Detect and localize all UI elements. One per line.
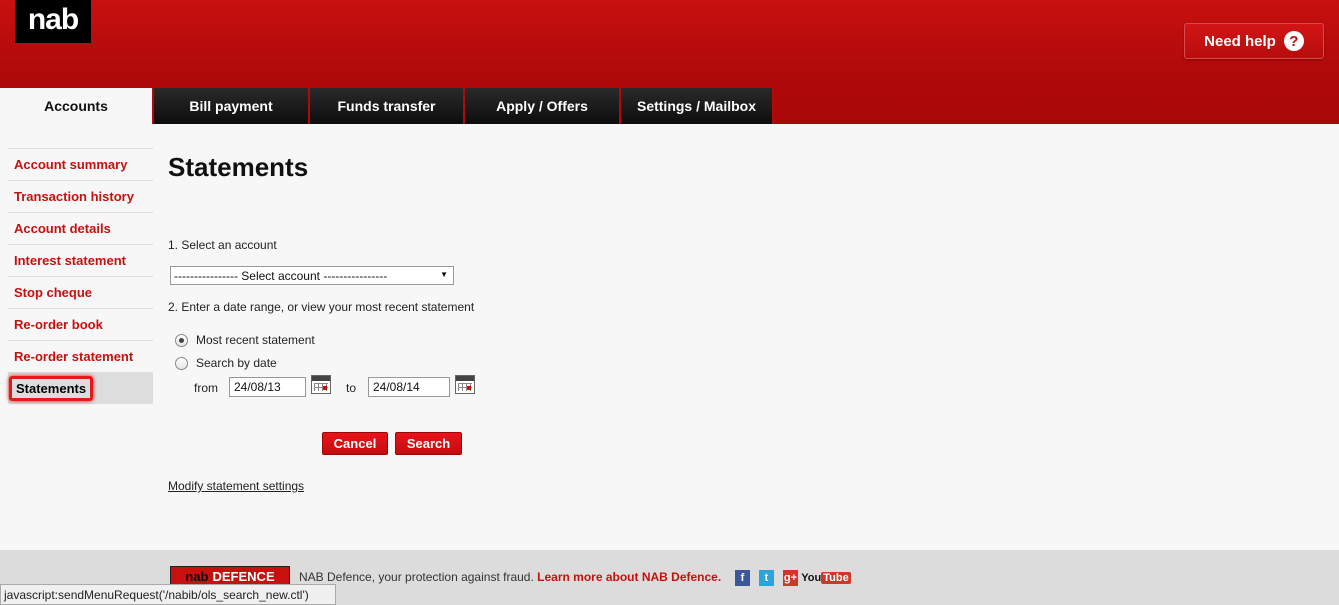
twitter-icon[interactable]: t bbox=[759, 570, 774, 586]
to-calendar-icon[interactable] bbox=[455, 375, 475, 394]
googleplus-icon[interactable]: g+ bbox=[783, 570, 798, 586]
search-by-date-label: Search by date bbox=[196, 356, 277, 370]
sidebar-menu: Account summary Transaction history Acco… bbox=[8, 148, 153, 404]
tab-bill-payment[interactable]: Bill payment bbox=[154, 88, 310, 124]
radio-search-by-date-row: Search by date bbox=[175, 356, 277, 370]
search-button[interactable]: Search bbox=[395, 432, 462, 455]
from-label: from bbox=[194, 381, 218, 395]
main-nav-tabs: Accounts Bill payment Funds transfer App… bbox=[0, 88, 774, 124]
footer-defence-text: NAB Defence, your protection against fra… bbox=[299, 570, 721, 584]
account-select[interactable]: ---------------- Select account --------… bbox=[170, 266, 454, 285]
tab-funds-transfer[interactable]: Funds transfer bbox=[310, 88, 465, 124]
sidebar-item-account-summary[interactable]: Account summary bbox=[8, 148, 153, 180]
facebook-icon[interactable]: f bbox=[735, 570, 750, 586]
question-icon: ? bbox=[1283, 31, 1304, 51]
step2-label: 2. Enter a date range, or view your most… bbox=[168, 300, 475, 314]
to-label: to bbox=[346, 381, 357, 395]
sidebar-item-reorder-statement[interactable]: Re-order statement bbox=[8, 340, 153, 372]
search-by-date-radio[interactable] bbox=[175, 356, 188, 370]
cancel-button[interactable]: Cancel bbox=[322, 432, 388, 455]
sidebar-item-reorder-book[interactable]: Re-order book bbox=[8, 308, 153, 340]
radio-most-recent-row: Most recent statement bbox=[175, 333, 315, 347]
defence-logo-nab: nab bbox=[183, 568, 211, 584]
sidebar-item-stop-cheque[interactable]: Stop cheque bbox=[8, 276, 153, 308]
nab-defence-logo[interactable]: nab DEFENCE bbox=[170, 566, 290, 586]
sidebar-item-statements[interactable]: Statements bbox=[8, 372, 153, 404]
youtube-icon[interactable]: You Tube bbox=[801, 570, 851, 586]
sidebar-item-interest-statement[interactable]: Interest statement bbox=[8, 244, 153, 276]
browser-status-bar: javascript:sendMenuRequest('/nabib/ols_s… bbox=[0, 584, 336, 605]
tab-apply-offers[interactable]: Apply / Offers bbox=[465, 88, 621, 124]
page-title: Statements bbox=[168, 152, 309, 182]
modify-statement-settings-link[interactable]: Modify statement settings bbox=[168, 479, 304, 493]
youtube-tube: Tube bbox=[821, 572, 851, 584]
youtube-you: You bbox=[801, 572, 822, 584]
nab-logo[interactable]: nab bbox=[15, 0, 91, 43]
to-date-input[interactable]: 24/08/14 bbox=[368, 377, 450, 397]
account-select-value: ---------------- Select account --------… bbox=[174, 268, 388, 283]
from-calendar-icon[interactable] bbox=[311, 375, 331, 394]
sidebar-item-statements-label: Statements bbox=[9, 376, 94, 401]
most-recent-radio[interactable] bbox=[175, 333, 188, 347]
most-recent-label: Most recent statement bbox=[196, 333, 315, 347]
defence-logo-text: DEFENCE bbox=[212, 568, 275, 584]
sidebar-item-transaction-history[interactable]: Transaction history bbox=[8, 180, 153, 212]
defence-description: NAB Defence, your protection against fra… bbox=[299, 570, 534, 584]
dropdown-arrow-icon: ▼ bbox=[440, 270, 448, 279]
tab-settings-mailbox[interactable]: Settings / Mailbox bbox=[621, 88, 774, 124]
learn-more-defence-link[interactable]: Learn more about NAB Defence. bbox=[537, 570, 721, 584]
sidebar-item-account-details[interactable]: Account details bbox=[8, 212, 153, 244]
need-help-label: Need help bbox=[1204, 32, 1276, 50]
from-date-input[interactable]: 24/08/13 bbox=[229, 377, 306, 397]
need-help-button[interactable]: Need help ? bbox=[1184, 23, 1324, 59]
step1-label: 1. Select an account bbox=[168, 238, 277, 252]
tab-accounts[interactable]: Accounts bbox=[0, 88, 154, 124]
